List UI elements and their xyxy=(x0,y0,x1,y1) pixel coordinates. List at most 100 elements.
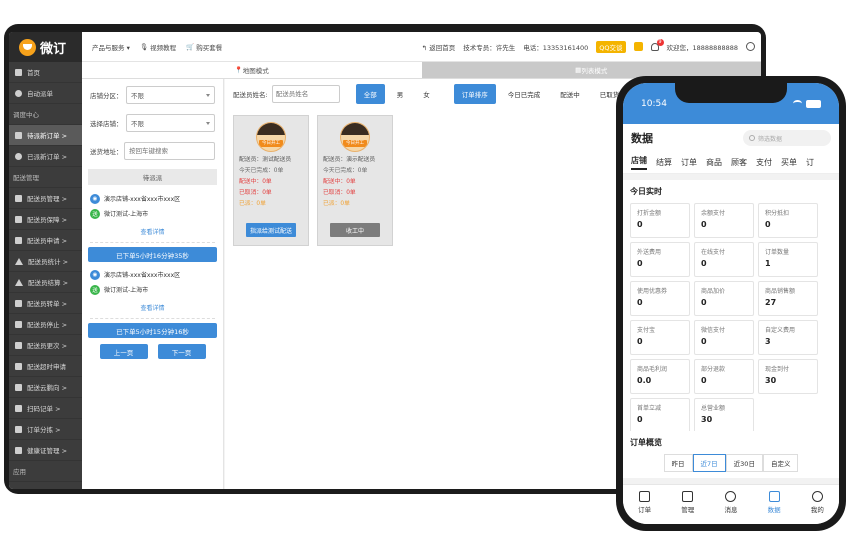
bottom-nav-item[interactable]: 订单 xyxy=(638,491,651,514)
sidebar-item[interactable]: 配送超时申请 xyxy=(9,356,82,377)
sort-tab-done-today[interactable]: 今日已完成 xyxy=(500,84,549,104)
area-select[interactable]: 不限 xyxy=(126,86,215,104)
phone-tab[interactable]: 结算 xyxy=(656,157,672,168)
sidebar-item[interactable]: 配送员申请 > xyxy=(9,230,82,251)
sidebar-item[interactable]: 配送云鹏向 > xyxy=(9,377,82,398)
bottom-nav-label: 我的 xyxy=(810,506,824,514)
sidebar-item[interactable]: 待派新订单 > xyxy=(9,125,82,146)
battery-icon xyxy=(806,99,821,108)
bottom-nav-item[interactable]: 我的 xyxy=(811,491,824,514)
sidebar-item[interactable]: 配送员结算 > xyxy=(9,272,82,293)
phone-bottom-nav: 订单 管理 消息 数据 我的 xyxy=(623,484,839,524)
period-option[interactable]: 自定义 xyxy=(762,454,799,472)
phone-tab[interactable]: 订 xyxy=(806,157,814,168)
bottom-nav-item[interactable]: 消息 xyxy=(724,491,737,514)
phone-tab[interactable]: 商品 xyxy=(706,157,722,168)
gender-tab-male[interactable]: 男 xyxy=(389,84,412,104)
prev-page-button[interactable]: 上一页 xyxy=(99,344,148,359)
order-address: 演示店铺-xxx省xxx市xxx区 xyxy=(104,196,181,203)
stat-label: 打折金额 xyxy=(637,210,662,217)
shop-icon[interactable] xyxy=(633,42,643,51)
period-option[interactable]: 昨日 xyxy=(663,454,693,472)
order-detail-link[interactable]: 查看详情 xyxy=(90,303,215,312)
address-search-input[interactable] xyxy=(124,142,215,160)
off-duty-button[interactable]: 收工中 xyxy=(330,223,380,237)
bottom-nav-item[interactable]: 数据 xyxy=(768,491,781,514)
bottom-nav-item[interactable]: 管理 xyxy=(681,491,694,514)
courier-avatar: 今日开工 xyxy=(256,122,286,152)
power-icon[interactable] xyxy=(746,42,755,51)
stat-value: 30 xyxy=(765,376,777,385)
scan-icon xyxy=(15,404,22,412)
next-page-button[interactable]: 下一页 xyxy=(157,344,206,359)
brand-logo[interactable]: 微订 xyxy=(9,32,82,62)
shop-icon: ◉ xyxy=(90,269,100,280)
phone-tab[interactable]: 订单 xyxy=(681,157,697,168)
stat-value: 1 xyxy=(765,259,771,268)
assign-courier-button[interactable]: 指派给测试配送 xyxy=(246,223,296,237)
back-home-link[interactable]: ↰ 返回首页 xyxy=(422,42,456,52)
stat-value: 0 xyxy=(637,259,643,268)
products-menu[interactable]: 产品与服务 ▾ xyxy=(92,42,130,52)
gender-tab-female[interactable]: 女 xyxy=(415,84,438,104)
stats-grid: 打折金额 0 余额支付 0 积分抵扣 0 外送费用 0 在线支付 0 订单数量 1 使用优惠券 0 商品加价… xyxy=(630,203,832,433)
gender-tab-all[interactable]: 全部 xyxy=(355,84,385,104)
sort-tab-order[interactable]: 订单排序 xyxy=(453,84,496,104)
avatar-hair xyxy=(341,123,369,135)
courier-card[interactable]: 今日开工 配送员：测试配送员 今天已完成：0单 配送中：0单 已取消：0单 已派… xyxy=(233,115,309,246)
sidebar-item[interactable]: 配送员停止 > xyxy=(9,314,82,335)
phone-notch xyxy=(675,83,787,103)
sidebar-item[interactable]: 已派新订单 > xyxy=(9,146,82,167)
order-item[interactable]: ◉ 演示店铺-xxx省xxx市xxx区 送微订测试-上海市 查看详情 xyxy=(90,265,215,319)
back-home-label: 返回首页 xyxy=(429,43,456,52)
buy-plan-link[interactable]: 🛒 购买套餐 xyxy=(186,42,222,52)
stat-cell: 支付宝 0 xyxy=(630,320,690,355)
order-detail-link[interactable]: 查看详情 xyxy=(90,227,215,236)
phone-tab[interactable]: 买单 xyxy=(781,157,797,168)
sidebar-item[interactable]: 自动派单 xyxy=(9,83,82,104)
sidebar-item[interactable]: 健康证管理 > xyxy=(9,440,82,461)
phone-tab[interactable]: 顾客 xyxy=(731,157,747,168)
sidebar-item[interactable]: 配送员管理 > xyxy=(9,188,82,209)
stat-cell: 积分抵扣 0 xyxy=(758,203,818,238)
sidebar-item[interactable]: 配送员保障 > xyxy=(9,209,82,230)
phone-device: 10:54 数据 筛选数据 店铺 结算 订单 商品 顾客 支付 买单订 今日实时 打折金额 0… xyxy=(616,76,846,531)
video-tutorial-label: 视频教程 xyxy=(150,43,177,52)
courier-card[interactable]: 今日开工 配送员：演示配送员 今天已完成：0单 配送中：0单 已取消：0单 已派… xyxy=(317,115,393,246)
message-icon xyxy=(725,491,737,502)
stat-value: 0 xyxy=(701,259,707,268)
list-icon xyxy=(15,131,22,139)
bell-icon[interactable]: 9 xyxy=(650,38,664,51)
video-tutorial-link[interactable]: 🎙 视频教程 xyxy=(140,42,176,52)
sidebar-item[interactable]: 扫码记单 > xyxy=(9,398,82,419)
tab-map-mode[interactable]: 📍 地图模式 xyxy=(82,62,422,79)
bottom-nav-label: 数据 xyxy=(767,506,781,514)
stat-label: 支付宝 xyxy=(637,327,656,334)
order-item[interactable]: ◉ 演示店铺-xxx省xxx市xxx区 送微订测试-上海市 查看详情 xyxy=(90,189,215,243)
sidebar-nav: 首页 自动派单 调度中心 待派新订单 > 已派新订单 > 配送管理 配送员管理 > 配送员保障… xyxy=(9,62,82,482)
phone-page-title: 数据 xyxy=(631,132,653,145)
doc-icon xyxy=(15,383,22,391)
qq-chat-button[interactable]: QQ交谈 xyxy=(596,40,626,53)
tab-map-label: 地图模式 xyxy=(242,67,269,75)
phone-tab[interactable]: 支付 xyxy=(756,157,772,168)
phone-search[interactable]: 筛选数据 xyxy=(743,130,831,146)
sidebar-item[interactable]: 首页 xyxy=(9,62,82,83)
send-icon xyxy=(15,278,23,286)
stat-value: 0 xyxy=(637,337,643,346)
period-option[interactable]: 近30日 xyxy=(725,454,763,472)
search-icon xyxy=(749,135,755,141)
sidebar-item[interactable]: 配送员统计 > xyxy=(9,251,82,272)
car-icon xyxy=(15,152,22,160)
sidebar-item[interactable]: 订单分拣 > xyxy=(9,419,82,440)
sidebar-item[interactable]: 配送员转单 > xyxy=(9,293,82,314)
shop-select[interactable]: 不限 xyxy=(126,114,215,132)
period-option[interactable]: 近7日 xyxy=(692,454,726,472)
phone-tab[interactable]: 店铺 xyxy=(631,155,647,170)
sort-tab-delivering[interactable]: 配送中 xyxy=(552,84,588,104)
overview-title: 订单概览 xyxy=(630,438,662,447)
stat-cell: 余额支付 0 xyxy=(694,203,754,238)
sidebar-item[interactable]: 配送员更次 > xyxy=(9,335,82,356)
sidebar-item-label: 健康证管理 > xyxy=(27,447,68,455)
courier-name-input[interactable] xyxy=(271,85,340,103)
